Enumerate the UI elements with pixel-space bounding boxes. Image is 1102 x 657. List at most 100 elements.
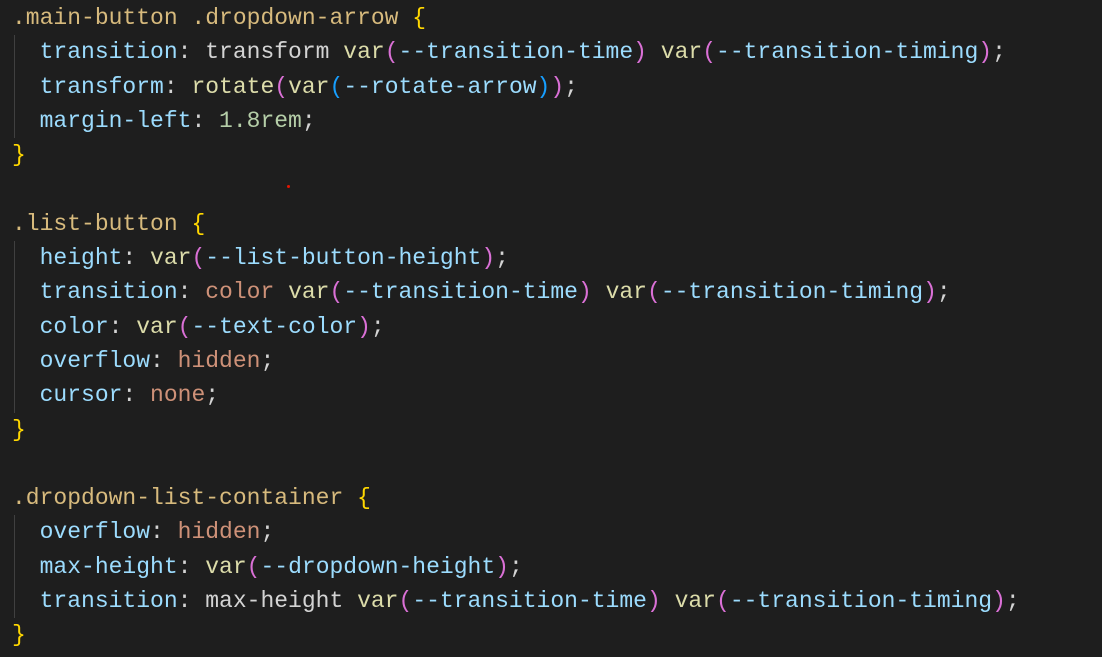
code-token: transition	[12, 279, 178, 306]
code-token: }	[12, 622, 26, 649]
code-token: (	[716, 588, 730, 615]
code-token: (	[398, 588, 413, 615]
code-line[interactable]	[12, 172, 1020, 206]
code-token: color	[12, 313, 109, 340]
code-token: --rotate-arrow	[343, 73, 537, 100]
code-line[interactable]: transform: rotate(var(--rotate-arrow));	[12, 69, 1020, 104]
code-token: none	[150, 382, 206, 409]
code-token: color	[205, 279, 275, 306]
code-token: (	[647, 279, 661, 306]
code-token: var	[288, 73, 330, 100]
code-token: --list-button-height	[205, 245, 482, 272]
code-line[interactable]: overflow: hidden;	[12, 515, 1020, 550]
code-token: )	[536, 73, 551, 100]
code-token: margin-left	[12, 107, 192, 134]
code-token: {	[357, 485, 371, 512]
code-token: )	[923, 279, 937, 306]
code-line[interactable]: margin-left: 1.8rem;	[12, 103, 1020, 139]
code-token: transform	[12, 73, 164, 100]
indent-guide	[14, 378, 15, 413]
code-token: var	[150, 245, 192, 272]
code-token: :	[163, 73, 192, 100]
code-line[interactable]: height: var(--list-button-height);	[12, 241, 1020, 276]
code-token: ;	[205, 382, 220, 409]
indent-guide	[14, 35, 15, 70]
code-line[interactable]: .main-button .dropdown-arrow {	[12, 1, 1020, 35]
code-token: )	[357, 313, 371, 340]
code-token: }	[12, 416, 26, 443]
code-token: --transition-time	[398, 39, 634, 66]
code-token: )	[550, 73, 565, 100]
code-line[interactable]: }	[12, 138, 1020, 172]
indent-guide	[14, 69, 15, 104]
code-line[interactable]: color: var(--text-color);	[12, 309, 1020, 344]
code-line[interactable]: overflow: hidden;	[12, 343, 1020, 379]
code-line[interactable]: max-height: var(--dropdown-height);	[12, 549, 1020, 585]
code-line[interactable]: transition: color var(--transition-time)…	[12, 275, 1020, 310]
code-line[interactable]: transition: transform var(--transition-t…	[12, 35, 1020, 70]
code-token: .dropdown-list-container	[12, 485, 358, 512]
code-token: hidden	[177, 347, 261, 374]
indent-guide	[14, 103, 15, 139]
code-token: )	[495, 553, 509, 580]
code-token: )	[633, 39, 647, 66]
code-token: --transition-time	[343, 279, 578, 306]
code-token: ;	[508, 553, 523, 580]
code-token: transition	[12, 588, 178, 615]
code-token: transition	[12, 39, 178, 66]
code-token: ;	[260, 347, 275, 374]
code-token: :	[108, 313, 137, 340]
code-line[interactable]: .list-button {	[12, 207, 1020, 241]
code-token: :	[150, 347, 178, 374]
code-token: 1.8rem	[219, 107, 302, 134]
code-token: overflow	[12, 347, 151, 374]
indent-guide	[14, 549, 15, 585]
code-token: (	[274, 73, 289, 100]
code-line[interactable]: }	[12, 618, 1020, 652]
code-token: )	[481, 245, 496, 272]
code-token: ;	[301, 107, 316, 134]
code-token: --dropdown-height	[260, 553, 496, 580]
code-token: :	[122, 245, 151, 272]
code-token: cursor	[12, 382, 123, 409]
code-line[interactable]	[12, 447, 1020, 481]
code-line[interactable]: cursor: none;	[12, 378, 1020, 413]
code-token: var	[674, 588, 716, 615]
code-token: var	[205, 553, 247, 580]
code-token: : transform	[177, 39, 344, 66]
code-token: )	[978, 39, 993, 66]
code-token: ;	[936, 279, 951, 306]
code-editor[interactable]: .main-button .dropdown-arrow { transitio…	[12, 1, 1020, 653]
code-token: (	[702, 39, 717, 66]
code-line[interactable]: }	[12, 413, 1020, 447]
code-token: var	[605, 279, 647, 306]
code-token: :	[150, 519, 178, 546]
code-token: var	[357, 588, 399, 615]
code-token: rotate	[191, 73, 275, 100]
code-token: {	[412, 5, 427, 31]
code-token: .main-button .dropdown-arrow	[12, 5, 413, 31]
code-token: height	[12, 245, 123, 272]
indent-guide	[14, 343, 15, 379]
code-line[interactable]: transition: max-height var(--transition-…	[12, 584, 1020, 619]
code-token: )	[646, 588, 661, 615]
code-token: (	[329, 73, 344, 100]
code-token: var	[288, 279, 330, 306]
code-token: (	[177, 313, 192, 340]
code-token: --transition-timing	[729, 588, 993, 615]
code-token: ;	[1005, 588, 1020, 615]
code-token: ;	[495, 245, 509, 272]
code-token: var	[343, 39, 385, 66]
code-line[interactable]: .dropdown-list-container {	[12, 481, 1020, 515]
code-token: :	[177, 553, 206, 580]
code-token: ;	[260, 519, 275, 546]
code-token: (	[329, 279, 344, 306]
code-token: overflow	[12, 519, 151, 546]
indent-guide	[14, 515, 15, 550]
code-token: )	[992, 588, 1006, 615]
code-token: var	[136, 313, 178, 340]
code-token: --transition-timing	[716, 39, 979, 66]
code-token: :	[122, 382, 151, 409]
